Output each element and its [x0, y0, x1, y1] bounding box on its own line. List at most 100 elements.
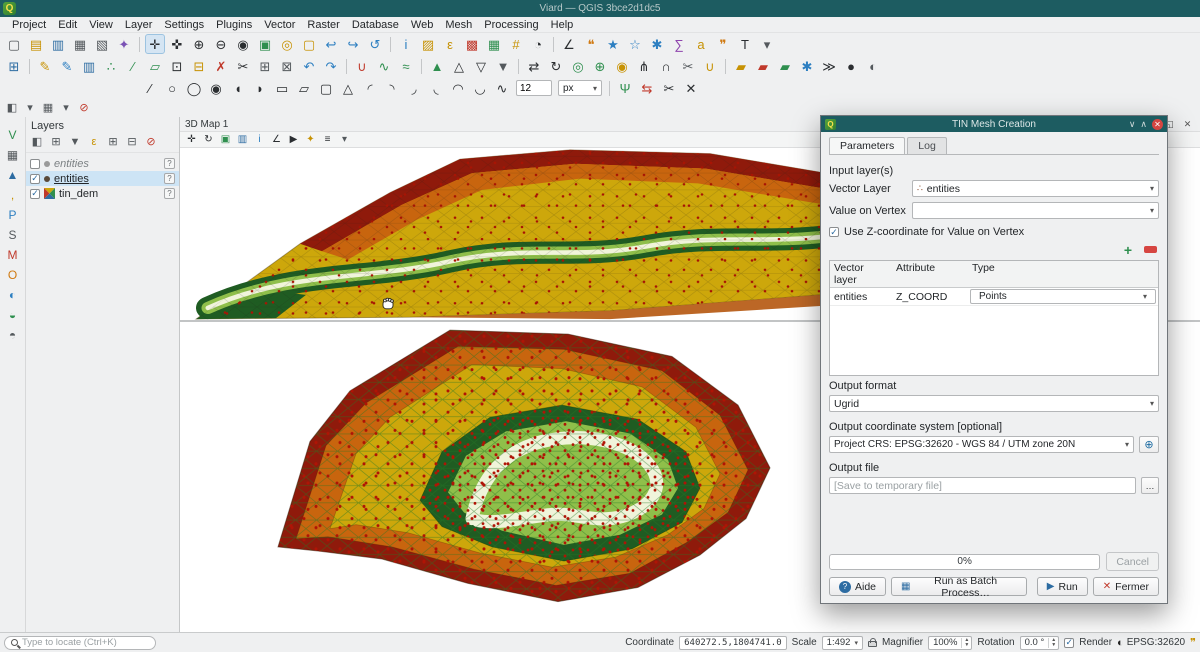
- mesh-digitizing-icon[interactable]: ▲: [427, 56, 447, 76]
- output-file-input[interactable]: [829, 477, 1136, 494]
- decorations-icon[interactable]: ❞: [713, 34, 733, 54]
- annotation-menu-icon[interactable]: ▾: [757, 34, 777, 54]
- tab-parameters[interactable]: Parameters: [829, 137, 905, 155]
- circle-3points-icon[interactable]: ◯: [184, 78, 204, 98]
- filter-legend-icon[interactable]: ▼: [67, 134, 83, 150]
- remove-layer-icon[interactable]: ⊘: [143, 134, 159, 150]
- map-tips-icon[interactable]: ❝: [581, 34, 601, 54]
- add-delimited-text-icon[interactable]: ,: [3, 186, 23, 204]
- data-source-manager-icon[interactable]: ⊞: [4, 56, 24, 76]
- stream-tolerance-input[interactable]: [516, 80, 552, 96]
- model-designer-icon[interactable]: ✱: [797, 56, 817, 76]
- check-geometry-red-icon[interactable]: ▰: [753, 56, 773, 76]
- text-annotation-icon[interactable]: T: [735, 34, 755, 54]
- wave-digitize-icon[interactable]: ∿: [492, 78, 512, 98]
- select-by-expression-icon[interactable]: ε: [440, 34, 460, 54]
- menu-item-database[interactable]: Database: [346, 19, 405, 31]
- temporal-controller-icon[interactable]: ◔: [528, 34, 548, 54]
- regular-polygon-icon[interactable]: △: [338, 78, 358, 98]
- filter-by-expression-icon[interactable]: ε: [86, 134, 102, 150]
- deselect-all-icon[interactable]: ▩: [462, 34, 482, 54]
- magnifier-spinner[interactable]: 100% ▲ ▼: [928, 636, 972, 650]
- add-layer-row-button[interactable]: +: [1119, 242, 1137, 257]
- layer-visibility-checkbox[interactable]: ✓: [30, 174, 40, 184]
- spinner-arrows[interactable]: ▲ ▼: [1048, 638, 1058, 648]
- add-oracle-layer-icon[interactable]: O: [3, 266, 23, 284]
- zoom-in-icon[interactable]: ⊕: [189, 34, 209, 54]
- settings-ring-icon[interactable]: ●: [841, 56, 861, 76]
- offset-curve-icon[interactable]: ∩: [656, 56, 676, 76]
- camera-pan-icon[interactable]: ✛: [184, 132, 199, 147]
- swap-direction-icon[interactable]: ⇆: [637, 78, 657, 98]
- open-layer-styling-icon[interactable]: ◧: [29, 134, 45, 150]
- cancel-button[interactable]: Cancel: [1106, 552, 1159, 571]
- fill-ring-icon[interactable]: ◉: [612, 56, 632, 76]
- stream-digitizing-icon[interactable]: ≈: [396, 56, 416, 76]
- pan-map-icon[interactable]: ✛: [145, 34, 165, 54]
- digitize-with-curve-icon[interactable]: ∿: [374, 56, 394, 76]
- ellipse-center-icon[interactable]: ◗: [250, 78, 270, 98]
- add-wfs-layer-icon[interactable]: ◒: [3, 306, 23, 324]
- remove-layer-row-button[interactable]: [1141, 242, 1159, 257]
- layer-styling-dock-icon[interactable]: ◧: [4, 100, 20, 116]
- layer-label[interactable]: tin_dem: [59, 188, 98, 200]
- add-postgis-layer-icon[interactable]: P: [3, 206, 23, 224]
- spinner-arrows[interactable]: ▲ ▼: [961, 638, 971, 648]
- cut-features-icon[interactable]: ✂: [233, 56, 253, 76]
- layer-visibility-checkbox[interactable]: ✓: [30, 189, 40, 199]
- layer-row-entities[interactable]: ✓ entities ?: [26, 171, 179, 186]
- save-layer-edits-icon[interactable]: ▥: [79, 56, 99, 76]
- add-group-icon[interactable]: ⊞: [48, 134, 64, 150]
- add-ring-icon[interactable]: ◎: [568, 56, 588, 76]
- layer-label[interactable]: entities: [54, 173, 89, 185]
- menu-item-project[interactable]: Project: [6, 19, 52, 31]
- render-checkbox[interactable]: ✓: [1064, 638, 1074, 648]
- check-geometry-yellow-icon[interactable]: ▰: [731, 56, 751, 76]
- table-row[interactable]: entities Z_COORD Points ▾: [830, 288, 1158, 306]
- add-xyz-layer-icon[interactable]: ◓: [3, 326, 23, 344]
- animations-icon[interactable]: ▶: [286, 132, 301, 147]
- collapse-all-icon[interactable]: ⊟: [124, 134, 140, 150]
- add-vector-layer-icon[interactable]: V: [3, 126, 23, 144]
- add-wms-layer-icon[interactable]: ◐: [3, 286, 23, 304]
- vector-layer-select[interactable]: ∴ entities ▾: [912, 180, 1159, 197]
- arc-upper-icon[interactable]: ◜: [360, 78, 380, 98]
- restore-dialog-icon[interactable]: ∧: [1140, 119, 1147, 130]
- layer-row-tin-dem[interactable]: ✓ tin_dem ?: [26, 186, 179, 201]
- add-point-feature-icon[interactable]: ∴: [101, 56, 121, 76]
- measure-3d-icon[interactable]: ∠: [269, 132, 284, 147]
- redo-icon[interactable]: ↷: [321, 56, 341, 76]
- scale-select[interactable]: 1:492 ▾: [822, 636, 863, 650]
- identify-features-icon[interactable]: i: [396, 34, 416, 54]
- open-attribute-table-icon[interactable]: ▦: [484, 34, 504, 54]
- cell-type-select[interactable]: Points ▾: [970, 289, 1156, 304]
- ellipse-extent-icon[interactable]: ◖: [228, 78, 248, 98]
- save-project-icon[interactable]: ▥: [48, 34, 68, 54]
- rectangle-3points-icon[interactable]: ▱: [294, 78, 314, 98]
- print-layout-icon[interactable]: ▦: [70, 34, 90, 54]
- rotate-feature-icon[interactable]: ↻: [546, 56, 566, 76]
- expand-all-icon[interactable]: ⊞: [105, 134, 121, 150]
- metasearch-icon[interactable]: ◐: [863, 56, 883, 76]
- close-button[interactable]: ✕ Fermer: [1093, 577, 1159, 596]
- curve-half-up-icon[interactable]: ◠: [448, 78, 468, 98]
- arc-lower-right-icon[interactable]: ◞: [404, 78, 424, 98]
- modify-attributes-icon[interactable]: ⊟: [189, 56, 209, 76]
- locator-box[interactable]: [4, 636, 156, 650]
- run-as-batch-button[interactable]: ▦ Run as Batch Process…: [891, 577, 1027, 596]
- identify-3d-icon[interactable]: i: [252, 132, 267, 147]
- undo-icon[interactable]: ↶: [299, 56, 319, 76]
- layer-row-entities-scratch[interactable]: entities ?: [26, 156, 179, 171]
- rectangle-2points-icon[interactable]: ▭: [272, 78, 292, 98]
- browse-file-button[interactable]: …: [1141, 477, 1159, 494]
- add-raster-layer-icon[interactable]: ▦: [3, 146, 23, 164]
- show-bookmarks-icon[interactable]: ☆: [625, 34, 645, 54]
- delete-selected-icon[interactable]: ✗: [211, 56, 231, 76]
- spin-down-icon[interactable]: ▼: [1051, 643, 1056, 648]
- close-panel-icon[interactable]: ✕: [1181, 118, 1194, 131]
- save-scene-image-icon[interactable]: ▥: [235, 132, 250, 147]
- trim-extend-icon[interactable]: ✂: [659, 78, 679, 98]
- zoom-next-icon[interactable]: ↪: [343, 34, 363, 54]
- new-bookmark-icon[interactable]: ★: [603, 34, 623, 54]
- check-geometry-green-icon[interactable]: ▰: [775, 56, 795, 76]
